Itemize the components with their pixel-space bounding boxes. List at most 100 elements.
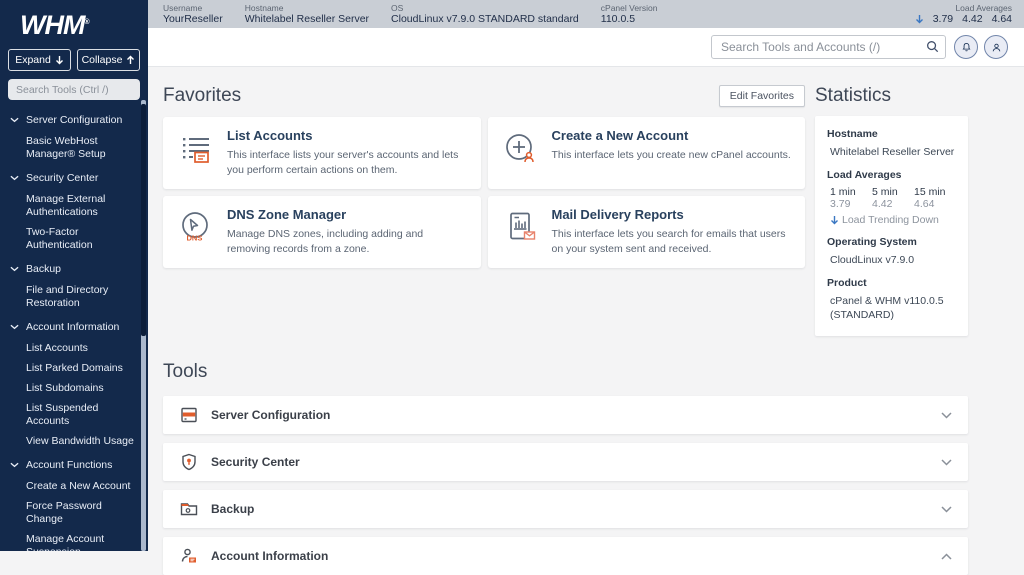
chevron-down-icon: [941, 459, 952, 466]
global-search-input[interactable]: [711, 35, 946, 59]
info-hostname: Hostname Whitelabel Reseller Server: [245, 3, 369, 25]
load-trend-down-icon: [830, 215, 839, 225]
chevron-down-icon: [941, 412, 952, 419]
server-config-icon: [179, 405, 199, 425]
sidebar-label: Account Functions: [26, 459, 112, 471]
sidebar-search-input[interactable]: [8, 79, 140, 100]
statistics-panel: Hostname Whitelabel Reseller Server Load…: [815, 116, 968, 336]
sidebar-nav: Server Configuration Basic WebHost Manage…: [0, 104, 140, 551]
load-trend: Load Trending Down: [827, 214, 956, 226]
sidebar-item-list-parked-domains[interactable]: List Parked Domains: [0, 362, 140, 375]
sidebar-label: List Suspended Accounts: [26, 402, 98, 427]
favorite-card-dns-zone-manager[interactable]: DNS DNS Zone Manager Manage DNS zones, i…: [163, 196, 481, 268]
load-averages: Load Averages 3.79 4.42 4.64: [915, 3, 1012, 25]
card-title: Mail Delivery Reports: [552, 207, 792, 222]
info-os: OS CloudLinux v7.9.0 STANDARD standard: [391, 3, 579, 25]
account-menu-button[interactable]: [984, 35, 1008, 59]
card-title: DNS Zone Manager: [227, 207, 467, 222]
arrow-up-icon: [126, 55, 135, 65]
sidebar-section-server-configuration[interactable]: Server Configuration: [0, 110, 140, 127]
sidebar-label: Manage Account Suspension: [26, 533, 104, 551]
security-center-icon: [179, 452, 199, 472]
bell-icon: [960, 41, 973, 54]
edit-favorites-button[interactable]: Edit Favorites: [719, 85, 805, 107]
sidebar-label: List Accounts: [26, 342, 88, 354]
chevron-up-icon: [941, 553, 952, 560]
sidebar-section-account-information[interactable]: Account Information: [0, 317, 140, 334]
sidebar-label: List Parked Domains: [26, 362, 123, 374]
card-description: This interface lets you search for email…: [552, 227, 792, 257]
sidebar-item-list-subdomains[interactable]: List Subdomains: [0, 382, 140, 395]
sidebar-section-account-functions[interactable]: Account Functions: [0, 455, 140, 472]
sidebar-item-two-factor-authentication[interactable]: Two-Factor Authentication: [0, 226, 140, 252]
sidebar-label: Account Information: [26, 321, 119, 333]
sidebar-label: Backup: [26, 263, 61, 275]
chevron-down-icon: [10, 117, 19, 123]
load-averages-label: Load Averages: [827, 169, 956, 181]
favorite-card-mail-delivery-reports[interactable]: Mail Delivery Reports This interface let…: [488, 196, 806, 268]
chevron-down-icon: [10, 462, 19, 468]
card-description: Manage DNS zones, including adding and r…: [227, 227, 467, 257]
header-bar: [148, 28, 1024, 67]
sidebar-item-create-a-new-account[interactable]: Create a New Account: [0, 480, 140, 493]
product-value: cPanel & WHM v110.0.5 (STANDARD): [827, 294, 953, 322]
tools-title: Tools: [163, 360, 968, 384]
chevron-down-icon: [941, 506, 952, 513]
dns-zone-icon: DNS: [177, 209, 213, 245]
sidebar-section-backup[interactable]: Backup: [0, 259, 140, 276]
mail-reports-icon: [502, 209, 538, 245]
sidebar-item-list-accounts[interactable]: List Accounts: [0, 342, 140, 355]
expand-button[interactable]: Expand: [8, 49, 71, 71]
favorite-card-list-accounts[interactable]: List Accounts This interface lists your …: [163, 117, 481, 189]
sidebar-label: Manage External Authentications: [26, 193, 105, 218]
os-label: Operating System: [827, 236, 956, 248]
tool-row-server-configuration[interactable]: Server Configuration: [163, 396, 968, 434]
create-account-icon: [502, 130, 538, 166]
sidebar-item-basic-webhost-manager-setup[interactable]: Basic WebHost Manager® Setup: [0, 135, 140, 161]
list-accounts-icon: [177, 130, 213, 166]
product-label: Product: [827, 277, 956, 289]
sidebar-section-security-center[interactable]: Security Center: [0, 168, 140, 185]
load-trend-down-icon: [915, 14, 924, 24]
tool-row-backup[interactable]: Backup: [163, 490, 968, 528]
os-value: CloudLinux v7.9.0: [827, 253, 956, 267]
favorite-card-create-account[interactable]: Create a New Account This interface lets…: [488, 117, 806, 189]
sidebar-item-file-and-directory-restoration[interactable]: File and Directory Restoration: [0, 284, 140, 310]
card-description: This interface lists your server's accou…: [227, 148, 467, 178]
svg-text:DNS: DNS: [187, 234, 203, 243]
statistics-title: Statistics: [815, 84, 968, 108]
sidebar-item-manage-external-authentications[interactable]: Manage External Authentications: [0, 193, 140, 219]
card-title: List Accounts: [227, 128, 467, 143]
chevron-down-icon: [10, 324, 19, 330]
sidebar-item-force-password-change[interactable]: Force Password Change: [0, 500, 140, 526]
sidebar-label: Create a New Account: [26, 480, 130, 492]
whm-logo[interactable]: WHM®: [0, 0, 148, 41]
card-description: This interface lets you create new cPane…: [552, 148, 791, 163]
tool-row-security-center[interactable]: Security Center: [163, 443, 968, 481]
collapse-button[interactable]: Collapse: [77, 49, 140, 71]
sidebar-item-view-bandwidth-usage[interactable]: View Bandwidth Usage: [0, 435, 140, 448]
hostname-label: Hostname: [827, 128, 956, 140]
arrow-down-icon: [55, 55, 64, 65]
main-content: Favorites Edit Favorites List Account: [148, 67, 1024, 551]
tool-row-account-information[interactable]: Account Information: [163, 537, 968, 575]
favorites-title: Favorites: [163, 84, 241, 108]
info-cpanel-version: cPanel Version 110.0.5: [601, 3, 658, 25]
sidebar-label: Basic WebHost Manager® Setup: [26, 135, 106, 160]
sidebar-label: List Subdomains: [26, 382, 104, 394]
sidebar-label: Two-Factor Authentication: [26, 226, 93, 251]
chevron-down-icon: [10, 266, 19, 272]
account-info-icon: [179, 546, 199, 566]
sidebar-item-list-suspended-accounts[interactable]: List Suspended Accounts: [0, 402, 140, 428]
sidebar-item-manage-account-suspension[interactable]: Manage Account Suspension: [0, 533, 140, 551]
notifications-button[interactable]: [954, 35, 978, 59]
hostname-value: Whitelabel Reseller Server: [827, 145, 956, 159]
sidebar-label: Security Center: [26, 172, 98, 184]
info-username: Username YourReseller: [163, 3, 223, 25]
backup-icon: [179, 499, 199, 519]
sidebar-scrollbar-thumb[interactable]: [141, 104, 146, 336]
chevron-down-icon: [10, 175, 19, 181]
card-title: Create a New Account: [552, 128, 791, 143]
sidebar-label: File and Directory Restoration: [26, 284, 108, 309]
user-icon: [990, 41, 1003, 54]
